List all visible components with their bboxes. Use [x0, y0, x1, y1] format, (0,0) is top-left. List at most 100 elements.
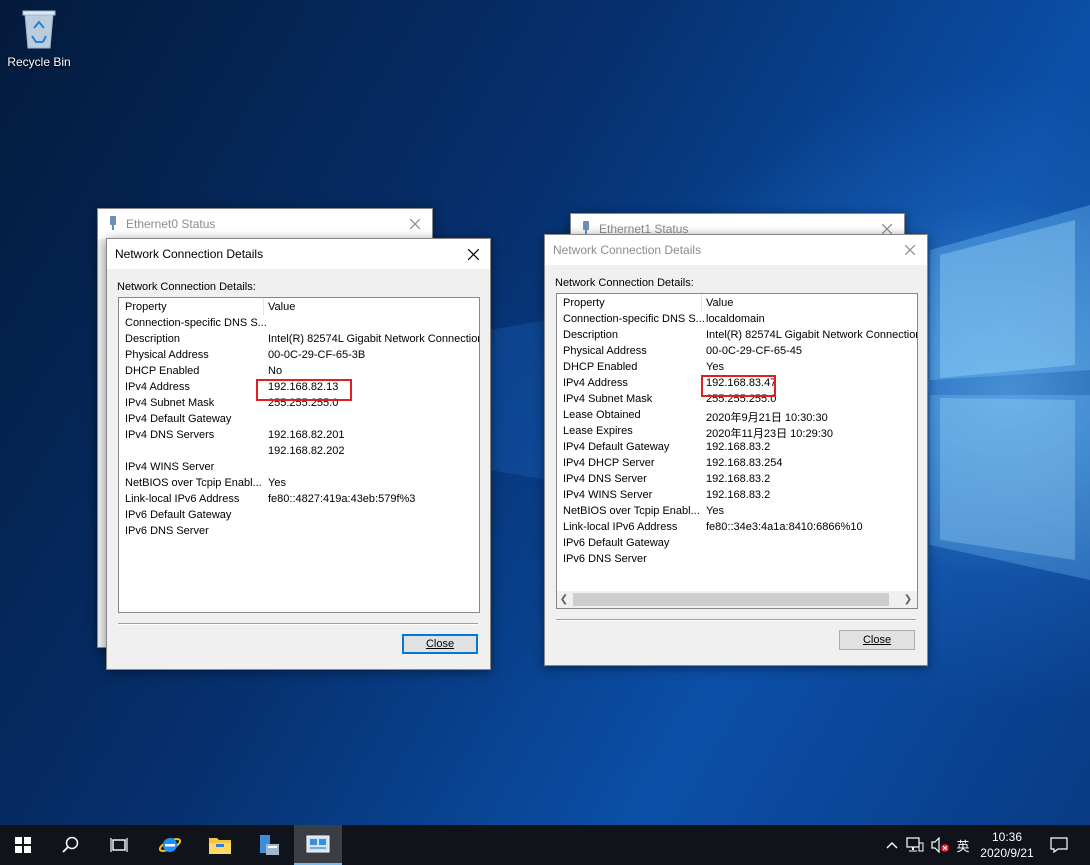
- group-label: Network Connection Details:: [555, 277, 694, 289]
- input-method-indicator[interactable]: 英: [952, 825, 974, 865]
- close-button[interactable]: Close: [402, 634, 478, 654]
- recycle-bin-label: Recycle Bin: [7, 55, 71, 69]
- value-cell: fe80::34e3:4a1a:8410:6866%10: [706, 521, 863, 533]
- start-icon: [15, 837, 31, 853]
- network-connections-icon: [306, 835, 330, 853]
- table-row[interactable]: IPv6 Default Gateway: [119, 507, 479, 523]
- close-icon: [905, 245, 915, 255]
- show-hidden-icons-button[interactable]: [882, 825, 902, 865]
- table-row[interactable]: Description Intel(R) 82574L Gigabit Netwo…: [557, 327, 917, 343]
- table-row[interactable]: NetBIOS over Tcpip Enabl... Yes: [557, 503, 917, 519]
- task-view-icon: [110, 838, 128, 852]
- task-view-button[interactable]: [96, 825, 142, 865]
- value-cell: 00-0C-29-CF-65-3B: [268, 349, 366, 361]
- listview-header: Property Value: [119, 298, 479, 315]
- internet-explorer-button[interactable]: [147, 825, 193, 865]
- value-cell: localdomain: [706, 313, 765, 325]
- column-header-value[interactable]: Value: [268, 301, 295, 313]
- value-cell: Yes: [706, 505, 724, 517]
- table-row[interactable]: Connection-specific DNS S... localdomain: [557, 311, 917, 327]
- scrollbar-thumb[interactable]: [573, 593, 889, 606]
- table-row[interactable]: IPv4 WINS Server 192.168.83.2: [557, 487, 917, 503]
- table-row[interactable]: IPv4 DNS Server 192.168.83.2: [557, 471, 917, 487]
- horizontal-scrollbar[interactable]: ❮ ❯: [557, 591, 917, 608]
- table-row[interactable]: IPv6 Default Gateway: [557, 535, 917, 551]
- value-cell: 192.168.83.2: [706, 489, 771, 501]
- scroll-right-icon[interactable]: ❯: [901, 593, 915, 606]
- close-window-button[interactable]: [893, 235, 927, 265]
- file-explorer-button[interactable]: [197, 825, 243, 865]
- close-icon: [467, 248, 479, 260]
- close-button[interactable]: Close: [839, 630, 915, 650]
- table-row[interactable]: Lease Expires 2020年11月23日 10:29:30: [557, 423, 917, 440]
- table-row[interactable]: Connection-specific DNS S...: [119, 315, 479, 331]
- network-tray-button[interactable]: [904, 825, 926, 865]
- ipv4-highlight-box: [701, 375, 776, 397]
- property-cell: IPv4 Address: [563, 377, 628, 389]
- clock[interactable]: 10:36 2020/9/21: [972, 829, 1042, 861]
- column-header-value[interactable]: Value: [706, 297, 733, 309]
- details-window-left[interactable]: Network Connection Details Network Conne…: [106, 238, 491, 670]
- property-cell: IPv4 Default Gateway: [563, 441, 670, 453]
- table-row[interactable]: Description Intel(R) 82574L Gigabit Netwo…: [119, 331, 479, 347]
- chevron-up-icon: [886, 842, 898, 849]
- value-cell: Intel(R) 82574L Gigabit Network Connecti…: [268, 333, 480, 345]
- scroll-left-icon[interactable]: ❮: [557, 593, 571, 606]
- search-button[interactable]: [48, 825, 94, 865]
- clock-date: 2020/9/21: [980, 846, 1034, 860]
- value-cell: 192.168.83.254: [706, 457, 783, 469]
- table-row[interactable]: IPv4 Default Gateway: [119, 411, 479, 427]
- table-row[interactable]: IPv4 WINS Server: [119, 459, 479, 475]
- internet-explorer-icon: [158, 838, 182, 852]
- value-cell: Yes: [268, 477, 286, 489]
- table-row[interactable]: DHCP Enabled Yes: [557, 359, 917, 375]
- table-row[interactable]: Link-local IPv6 Address fe80::34e3:4a1a:8…: [557, 519, 917, 535]
- property-cell: Physical Address: [125, 349, 209, 361]
- table-row[interactable]: IPv4 DHCP Server 192.168.83.254: [557, 455, 917, 471]
- table-row[interactable]: Physical Address 00-0C-29-CF-65-3B: [119, 347, 479, 363]
- network-icon: [906, 837, 924, 852]
- close-window-button[interactable]: [398, 209, 432, 239]
- details-window-right[interactable]: Network Connection Details Network Conne…: [544, 234, 928, 666]
- property-cell: DHCP Enabled: [563, 361, 638, 373]
- table-row[interactable]: DHCP Enabled No: [119, 363, 479, 379]
- table-row[interactable]: IPv4 DNS Servers 192.168.82.201: [119, 427, 479, 443]
- close-icon: [882, 224, 892, 234]
- property-cell: Connection-specific DNS S...: [563, 313, 705, 325]
- column-header-property[interactable]: Property: [563, 297, 605, 309]
- details-left-titlebar[interactable]: Network Connection Details: [107, 239, 490, 269]
- action-center-button[interactable]: [1044, 825, 1074, 865]
- recycle-bin[interactable]: Recycle Bin: [4, 6, 74, 69]
- table-row[interactable]: Link-local IPv6 Address fe80::4827:419a:4…: [119, 491, 479, 507]
- server-manager-button[interactable]: [246, 825, 292, 865]
- start-button[interactable]: [0, 825, 46, 865]
- listview-header: Property Value: [557, 294, 917, 311]
- table-row[interactable]: Lease Obtained 2020年9月21日 10:30:30: [557, 407, 917, 424]
- close-window-button[interactable]: [456, 239, 490, 269]
- details-listview[interactable]: Property Value Connection-specific DNS S…: [556, 293, 918, 609]
- ethernet0-status-titlebar[interactable]: Ethernet0 Status: [98, 209, 432, 239]
- property-cell: IPv4 DNS Server: [563, 473, 647, 485]
- property-cell: IPv6 Default Gateway: [125, 509, 232, 521]
- divider: [556, 619, 916, 621]
- table-row[interactable]: 192.168.82.202: [119, 443, 479, 459]
- table-row[interactable]: NetBIOS over Tcpip Enabl... Yes: [119, 475, 479, 491]
- network-connections-button[interactable]: [294, 825, 342, 865]
- column-header-property[interactable]: Property: [125, 301, 167, 313]
- table-row[interactable]: Physical Address 00-0C-29-CF-65-45: [557, 343, 917, 359]
- table-row[interactable]: IPv6 DNS Server: [557, 551, 917, 567]
- value-cell: 192.168.82.201: [268, 429, 345, 441]
- property-cell: IPv4 WINS Server: [563, 489, 653, 501]
- details-right-titlebar[interactable]: Network Connection Details: [545, 235, 927, 265]
- volume-tray-button[interactable]: [928, 825, 952, 865]
- table-row[interactable]: IPv4 Default Gateway 192.168.83.2: [557, 439, 917, 455]
- property-cell: IPv4 Default Gateway: [125, 413, 232, 425]
- window-title: Ethernet0 Status: [126, 217, 216, 231]
- property-cell: Lease Expires: [563, 425, 633, 437]
- taskbar: 英 10:36 2020/9/21: [0, 825, 1090, 865]
- value-cell: fe80::4827:419a:43eb:579f%3: [268, 493, 416, 505]
- value-cell: No: [268, 365, 283, 377]
- details-listview[interactable]: Property Value Connection-specific DNS S…: [118, 297, 480, 613]
- table-row[interactable]: IPv6 DNS Server: [119, 523, 479, 539]
- property-cell: IPv4 DNS Servers: [125, 429, 215, 441]
